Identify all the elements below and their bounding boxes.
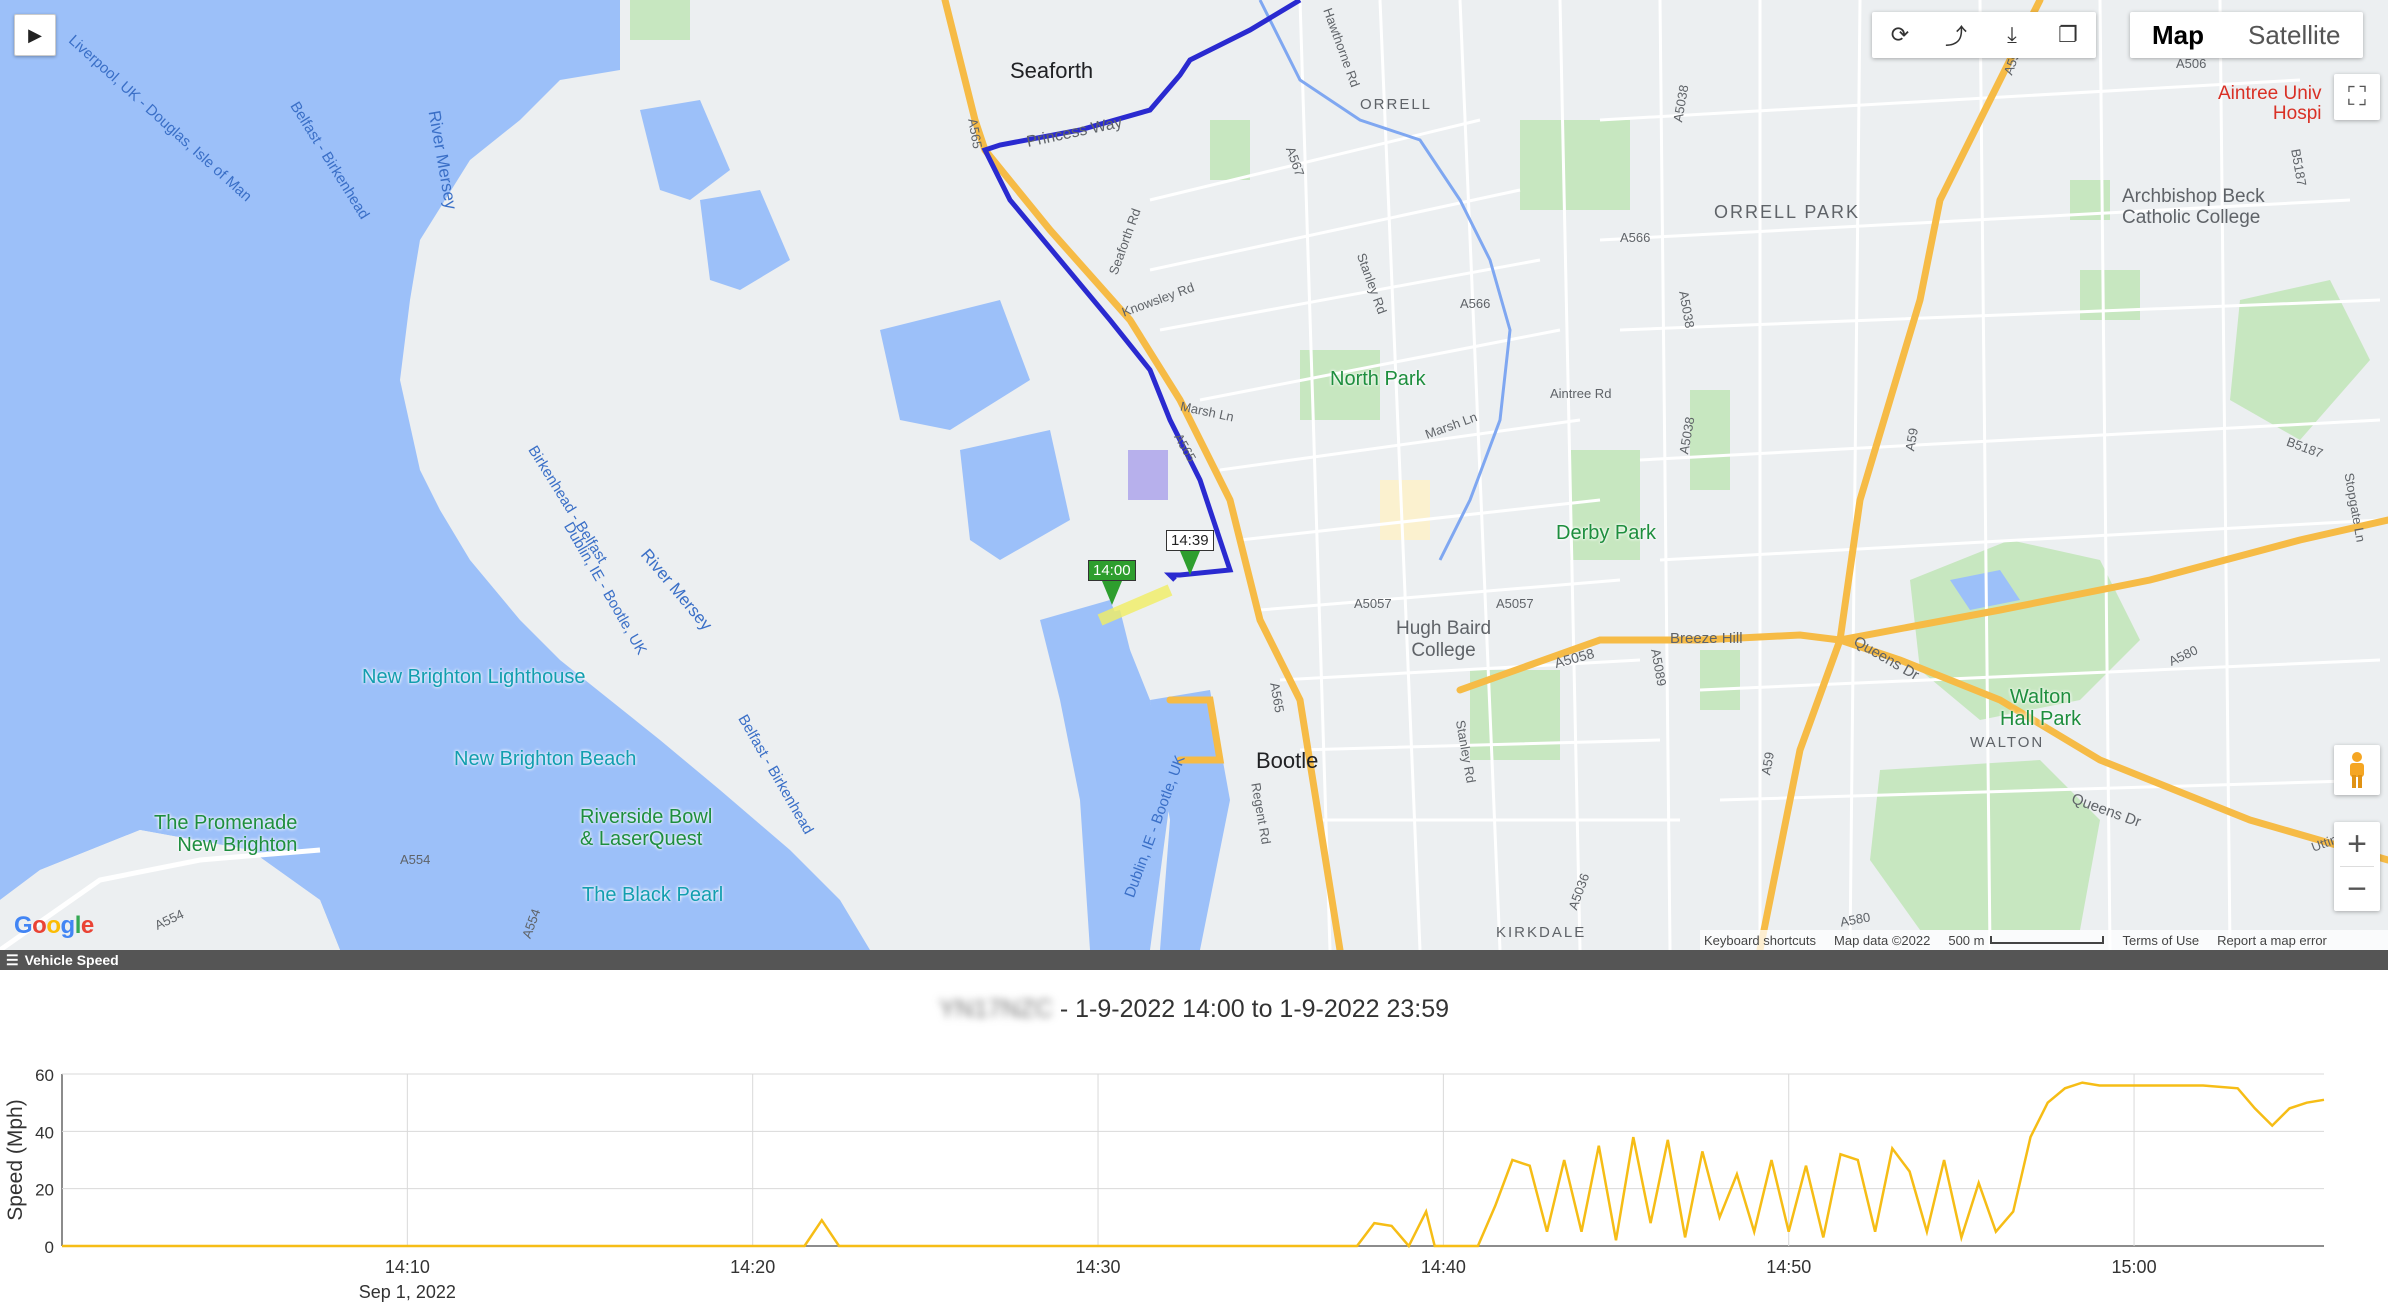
map-view[interactable]: Seaforth ORRELL ORRELL PARK Bootle WALTO… xyxy=(0,0,2388,950)
park xyxy=(1520,120,1630,210)
poi-derby-park: Derby Park xyxy=(1556,522,1657,544)
poi-north-park: North Park xyxy=(1330,368,1426,390)
x-tick-label: 14:10 xyxy=(385,1257,430,1277)
poi-walton-hall-park: Walton Hall Park xyxy=(2000,686,2082,730)
road-a566: A566 xyxy=(1620,230,1651,245)
report-error-link[interactable]: Report a map error xyxy=(2217,933,2327,948)
refresh-button[interactable]: ⟳ xyxy=(1872,12,1928,58)
y-tick-label: 0 xyxy=(45,1238,54,1257)
street-view-button[interactable] xyxy=(2334,745,2380,795)
layers-icon: ❐ xyxy=(2058,22,2078,47)
place-kirkdale: KIRKDALE xyxy=(1496,924,1587,941)
poi-the-promenade: The Promenade New Brighton xyxy=(154,812,298,856)
x-tick-date-label: Sep 1, 2022 xyxy=(359,1282,456,1302)
building xyxy=(1128,450,1168,500)
place-orrell: ORRELL xyxy=(1360,96,1433,113)
speed-series-line xyxy=(62,1081,2325,1249)
menu-icon[interactable]: ☰ xyxy=(6,952,19,969)
flag-icon xyxy=(1180,551,1200,575)
fullscreen-icon: ⛶ xyxy=(2347,81,2367,111)
end-time-label: 14:39 xyxy=(1166,530,1214,551)
map-type-map-button[interactable]: Map xyxy=(2130,12,2226,58)
flag-icon xyxy=(1102,581,1122,605)
place-orrell-park: ORRELL PARK xyxy=(1714,202,1861,222)
y-axis-label: Speed (Mph) xyxy=(4,1099,27,1220)
zoom-out-button[interactable]: − xyxy=(2334,867,2380,911)
refresh-icon: ⟳ xyxy=(1890,22,1910,47)
vehicle-speed-panel-header[interactable]: ☰ Vehicle Speed xyxy=(0,950,2388,970)
building xyxy=(1380,480,1430,540)
x-axis-ticks: 14:10 Sep 1, 2022 14:20 14:30 14:40 14:50 15:0… xyxy=(359,1257,2157,1302)
y-tick-label: 60 xyxy=(35,1066,54,1085)
road-a554: A554 xyxy=(400,852,431,867)
x-tick-label: 14:50 xyxy=(1766,1257,1811,1277)
play-icon: ▶ xyxy=(28,24,42,45)
road-a5057: A5057 xyxy=(1354,596,1392,611)
y-axis-ticks: 0 20 40 60 xyxy=(35,1066,54,1257)
terms-link[interactable]: Terms of Use xyxy=(2122,933,2199,948)
road-aintree-rd: Aintree Rd xyxy=(1550,386,1612,401)
zoom-control: + − xyxy=(2334,822,2380,911)
park xyxy=(1210,120,1250,180)
park xyxy=(630,0,690,40)
pegman-icon xyxy=(2350,752,2364,788)
map-canvas[interactable] xyxy=(0,0,2388,950)
zoom-in-button[interactable]: + xyxy=(2334,822,2380,866)
x-tick-label: 15:00 xyxy=(2112,1257,2157,1277)
road-a506: A506 xyxy=(2176,56,2207,71)
keyboard-shortcuts-link[interactable]: Keyboard shortcuts xyxy=(1704,933,1816,948)
map-type-control: Map Satellite xyxy=(2130,12,2363,58)
map-toolbar: ⟳ ⤴ ⤓ ❐ xyxy=(1872,12,2096,58)
y-tick-label: 40 xyxy=(35,1123,54,1142)
map-attribution: Keyboard shortcuts Map data ©2022 500 m … xyxy=(1700,930,2388,950)
fullscreen-button[interactable]: ⛶ xyxy=(2334,74,2380,120)
scale-bar xyxy=(1990,936,2105,944)
start-time-label: 14:00 xyxy=(1088,560,1136,581)
map-data-text: Map data ©2022 xyxy=(1834,932,1931,948)
road-a5057: A5057 xyxy=(1496,596,1534,611)
google-logo[interactable]: Google xyxy=(14,912,94,940)
layers-button[interactable]: ❐ xyxy=(2040,12,2096,58)
park xyxy=(1690,390,1730,490)
play-button[interactable]: ▶ xyxy=(14,14,56,56)
y-tick-label: 20 xyxy=(35,1181,54,1200)
poi-aintree-hospital: Aintree Univ Hospi xyxy=(2218,83,2322,124)
poi-new-brighton-beach: New Brighton Beach xyxy=(454,748,637,770)
poi-the-black-pearl: The Black Pearl xyxy=(582,884,724,906)
poi-riverside-bowl: Riverside Bowl & LaserQuest xyxy=(580,806,713,850)
download-icon: ⤓ xyxy=(2007,22,2017,47)
road-breeze-hill: Breeze Hill xyxy=(1670,630,1743,647)
poi-new-brighton-lighthouse: New Brighton Lighthouse xyxy=(362,666,586,688)
x-tick-label: 14:20 xyxy=(730,1257,775,1277)
place-walton: WALTON xyxy=(1970,734,2045,751)
route-start-marker[interactable]: 14:00 xyxy=(1088,560,1136,605)
share-icon: ⤴ xyxy=(1944,24,1967,49)
poi-hugh-baird-college: Hugh Baird College xyxy=(1396,618,1492,661)
map-type-satellite-button[interactable]: Satellite xyxy=(2226,12,2363,58)
share-button[interactable]: ⤴ xyxy=(1928,12,1984,58)
x-tick-label: 14:40 xyxy=(1421,1257,1466,1277)
panel-title: Vehicle Speed xyxy=(24,952,119,968)
road-a566: A566 xyxy=(1460,296,1491,311)
map-scale[interactable]: 500 m xyxy=(1948,932,2105,948)
poi-archbishop-beck: Archbishop Beck Catholic College xyxy=(2122,186,2265,228)
park xyxy=(1700,650,1740,710)
place-seaforth: Seaforth xyxy=(1010,58,1094,83)
speed-chart[interactable]: Speed (Mph) 0 20 40 60 14:10 Sep 1, 2022 14:2… xyxy=(0,970,2388,1311)
x-tick-label: 14:30 xyxy=(1076,1257,1121,1277)
place-bootle: Bootle xyxy=(1256,748,1319,773)
chart-grid xyxy=(61,1073,2324,1247)
route-end-marker[interactable]: 14:39 xyxy=(1166,530,1214,575)
download-button[interactable]: ⤓ xyxy=(1984,12,2040,58)
park xyxy=(1870,760,2100,930)
scale-label: 500 m xyxy=(1948,932,1985,948)
